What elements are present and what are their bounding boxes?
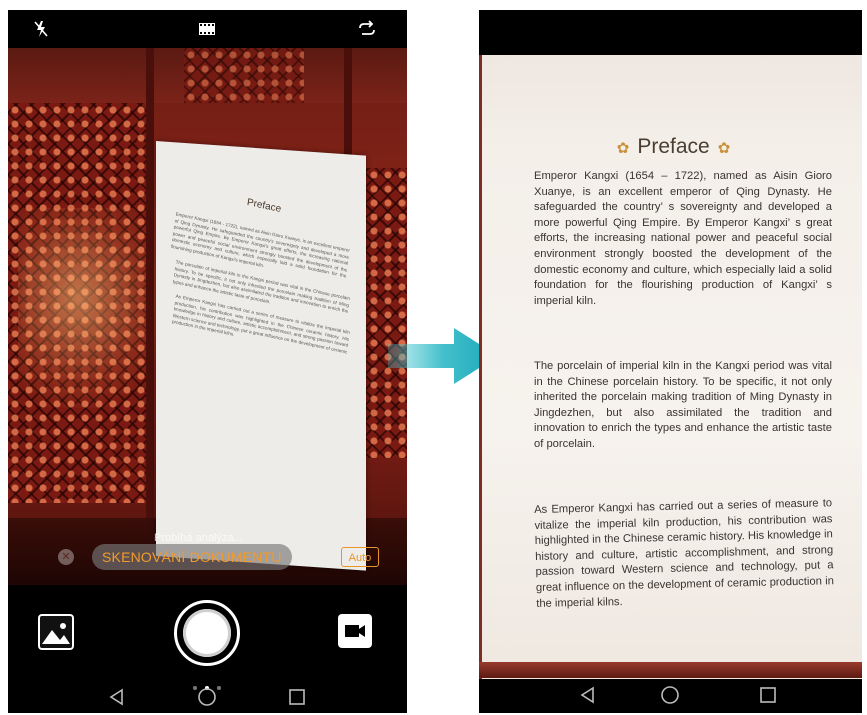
camera-top-bar [8, 10, 407, 48]
pillar-left [146, 48, 154, 585]
document-in-view: Preface Emperor Kangxi (1654 - 1722), na… [156, 141, 366, 571]
scanned-document-screen: ✿ Preface ✿ Emperor Kangxi (1654 – 1722), … [479, 10, 862, 713]
ornament-right-icon: ✿ [717, 140, 731, 157]
lattice-top [184, 48, 304, 103]
auto-button[interactable]: Auto [341, 547, 379, 567]
document-paragraph-3: As Emperor Kangxi has carried out a seri… [534, 497, 834, 610]
nav-bar [8, 681, 407, 713]
scanned-document: ✿ Preface ✿ Emperor Kangxi (1654 – 1722), … [479, 55, 862, 680]
document-title-text: Preface [637, 135, 710, 158]
ornament-left-icon: ✿ [616, 140, 630, 157]
close-icon[interactable]: ✕ [58, 549, 74, 565]
shutter-inner [183, 609, 231, 657]
shutter-button[interactable] [174, 600, 240, 666]
recents-icon[interactable] [286, 686, 308, 708]
camera-viewfinder[interactable]: Preface Emperor Kangxi (1654 - 1722), na… [8, 48, 407, 585]
flash-off-icon[interactable] [30, 18, 52, 40]
home-icon[interactable] [196, 686, 218, 708]
document-paragraph-1: Emperor Kangxi (1654 – 1722), named as A… [534, 170, 832, 307]
gallery-thumbnail-icon[interactable] [38, 614, 74, 650]
video-camera-icon[interactable] [338, 614, 372, 648]
home-icon[interactable] [659, 684, 681, 706]
document-paragraph-2: The porcelain of imperial kiln in the Ka… [534, 360, 832, 450]
film-strip-icon[interactable] [196, 18, 218, 40]
recents-icon[interactable] [757, 684, 779, 706]
camera-screen: Preface Emperor Kangxi (1654 - 1722), na… [8, 10, 407, 713]
camera-controls [8, 585, 407, 713]
back-icon[interactable] [106, 686, 128, 708]
scan-mode-bar: ✕ SKENOVÁNÍ DOKUMENTU Auto [8, 541, 407, 575]
document-title: ✿ Preface ✿ [482, 135, 862, 159]
switch-camera-icon[interactable] [356, 18, 378, 40]
scan-mode-label[interactable]: SKENOVÁNÍ DOKUMENTU [92, 544, 292, 570]
back-icon[interactable] [577, 684, 599, 706]
document-frame-edge [479, 662, 862, 678]
nav-bar [479, 679, 862, 713]
